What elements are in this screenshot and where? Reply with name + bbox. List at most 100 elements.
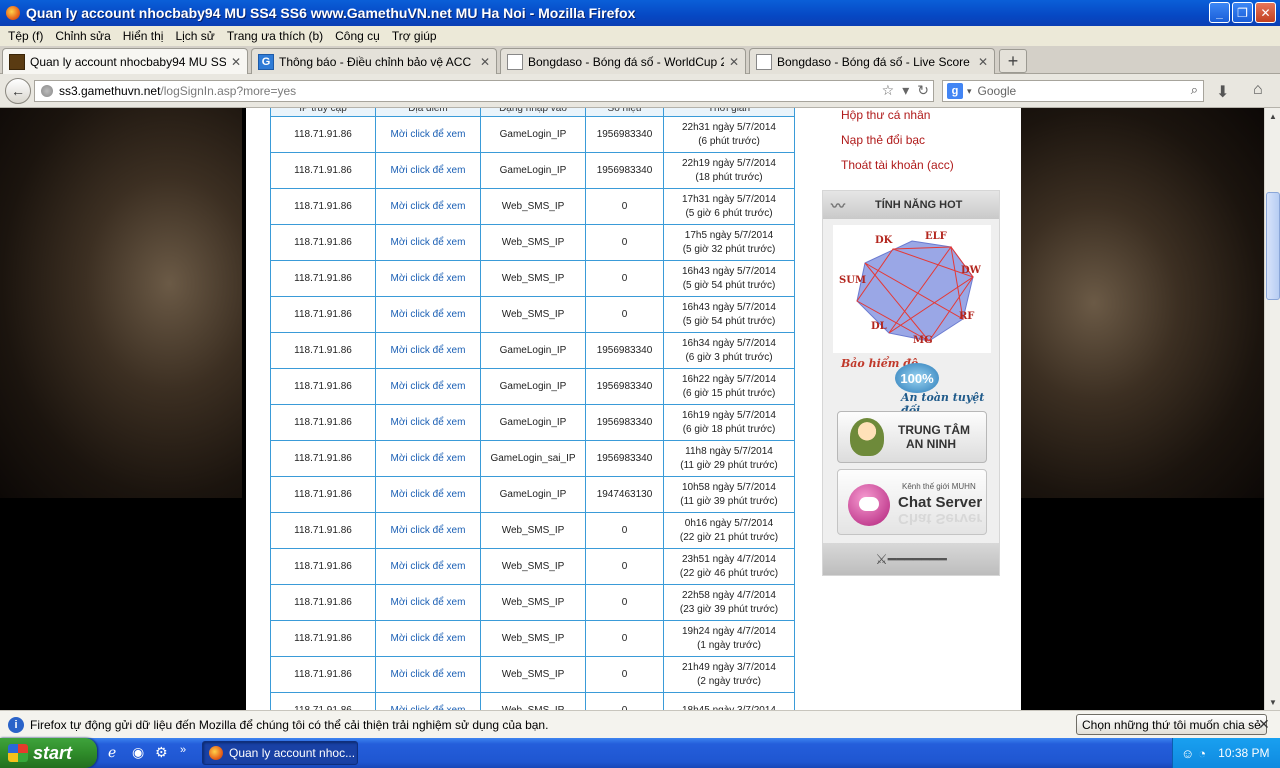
- time-relative: (1 ngày trước): [697, 639, 761, 651]
- table-row: 118.71.91.86Mời click để xemWeb_SMS_IP01…: [270, 296, 795, 333]
- notification-text: Firefox tự động gửi dữ liệu đến Mozilla …: [30, 717, 549, 732]
- google-icon[interactable]: g: [947, 83, 963, 99]
- cell-ip: 118.71.91.86: [270, 656, 376, 693]
- sidebar-link-mailbox[interactable]: Hộp thư cá nhân: [824, 108, 954, 133]
- cell-number: 1956983340: [585, 404, 664, 441]
- window-title: Quan ly account nhocbaby94 MU SS4 SS6 ww…: [26, 5, 636, 21]
- cell-location-link[interactable]: Mời click để xem: [375, 332, 481, 369]
- cell-number: 1956983340: [585, 332, 664, 369]
- cell-location-link[interactable]: Mời click để xem: [375, 692, 481, 710]
- cell-location-link[interactable]: Mời click để xem: [375, 656, 481, 693]
- menu-edit[interactable]: Chỉnh sửa: [49, 29, 116, 43]
- home-icon[interactable]: ⌂: [1253, 81, 1263, 99]
- vertical-scrollbar[interactable]: ▲ ▼: [1264, 108, 1280, 710]
- menu-tools[interactable]: Công cụ: [329, 29, 386, 43]
- sidebar-link-logout[interactable]: Thoát tài khoản (acc): [824, 158, 954, 183]
- class-label-mg: MG: [913, 335, 933, 346]
- time-relative: (23 giờ 39 phút trước): [679, 603, 779, 615]
- cell-login-type: Web_SMS_IP: [480, 548, 586, 585]
- reload-icon[interactable]: ↻: [917, 82, 929, 99]
- table-row: 118.71.91.86 Mời click để xem GameLogin_sa…: [270, 440, 795, 477]
- cell-time: 11h8 ngày 5/7/2014 (11 giờ 29 phút trước): [663, 440, 795, 477]
- ie-quicklaunch-icon[interactable]: ℯ: [108, 744, 116, 761]
- cell-location-link[interactable]: Mời click để xem: [375, 440, 481, 477]
- quicklaunch-more-icon[interactable]: »: [180, 744, 186, 756]
- new-tab-button[interactable]: +: [999, 49, 1027, 73]
- tray-app-icon[interactable]: ☺: [1181, 746, 1194, 761]
- tab-close-icon[interactable]: ✕: [729, 55, 739, 69]
- menu-help[interactable]: Trợ giúp: [386, 29, 443, 43]
- cell-location-link[interactable]: Mời click để xem: [375, 152, 481, 189]
- tab-close-icon[interactable]: ✕: [978, 55, 988, 69]
- guarantee-seal-icon: 100%: [895, 363, 939, 393]
- search-icon[interactable]: ⌕: [1191, 82, 1198, 98]
- mu-icon: [9, 53, 25, 70]
- volume-icon[interactable]: ◔: [1198, 746, 1206, 761]
- cell-location-link[interactable]: Mời click để xem: [375, 476, 481, 513]
- bookmark-star-icon[interactable]: ☆: [882, 82, 895, 99]
- cell-location-link[interactable]: Mời click để xem: [375, 512, 481, 549]
- media-quicklaunch-icon[interactable]: ⚙: [155, 744, 168, 761]
- tab-close-icon[interactable]: ✕: [231, 55, 241, 69]
- time-relative: (6 giờ 15 phút trước): [682, 387, 776, 399]
- choose-share-button[interactable]: Chọn những thứ tôi muốn chia sẻ: [1076, 714, 1267, 735]
- cell-location-link[interactable]: Mời click để xem: [375, 116, 481, 153]
- cell-location-link[interactable]: Mời click để xem: [375, 368, 481, 405]
- menu-file[interactable]: Tệp (f): [2, 29, 49, 43]
- cell-ip: 118.71.91.86: [270, 548, 376, 585]
- cell-location-link[interactable]: Mời click để xem: [375, 548, 481, 585]
- maximize-button[interactable]: ❐: [1232, 2, 1253, 23]
- search-bar[interactable]: g ▾ Google ⌕: [942, 80, 1204, 102]
- cell-time: 16h22 ngày 5/7/2014 (6 giờ 15 phút trước): [663, 368, 795, 405]
- cell-ip: 118.71.91.86: [270, 584, 376, 621]
- time-relative: (22 giờ 46 phút trước): [679, 567, 779, 579]
- cell-login-type: Web_SMS_IP: [480, 512, 586, 549]
- menu-bookmarks[interactable]: Trang ưa thích (b): [221, 29, 329, 43]
- start-button[interactable]: start: [0, 738, 97, 768]
- search-engine-dropdown-icon[interactable]: ▾: [967, 86, 972, 97]
- tab-close-icon[interactable]: ✕: [480, 55, 490, 69]
- cell-number: 0: [585, 584, 664, 621]
- url-bar[interactable]: ss3.gamethuvn.net/logSignIn.asp?more=yes…: [34, 80, 934, 102]
- cell-location-link[interactable]: Mời click để xem: [375, 296, 481, 333]
- tab-account[interactable]: Quan ly account nhocbaby94 MU SS4 SS... …: [2, 48, 248, 74]
- download-icon[interactable]: ⬇: [1216, 82, 1229, 102]
- chat-server-button[interactable]: Kênh thế giới MUHN Chat Server Chat Serv…: [837, 469, 987, 535]
- close-button[interactable]: ✕: [1255, 2, 1276, 23]
- minimize-button[interactable]: _: [1209, 2, 1230, 23]
- firefox-quicklaunch-icon[interactable]: ◉: [132, 744, 144, 761]
- taskbar-item-firefox[interactable]: Quan ly account nhoc...: [202, 741, 358, 765]
- class-diagram[interactable]: DK ELF DW RF MG DL SUM: [833, 225, 991, 353]
- windows-taskbar: start ℯ ◉ ⚙ » Quan ly account nhoc... ☺ …: [0, 738, 1280, 768]
- cell-location-link[interactable]: Mời click để xem: [375, 404, 481, 441]
- menu-view[interactable]: Hiển thị: [117, 29, 170, 43]
- insurance-badge[interactable]: Bảo hiểm độ 100% An toàn tuyệt đối: [837, 357, 987, 417]
- scroll-thumb[interactable]: [1266, 192, 1280, 300]
- firefox-icon: [6, 6, 20, 20]
- search-placeholder: Google: [977, 84, 1017, 98]
- cell-location-link[interactable]: Mời click để xem: [375, 620, 481, 657]
- dropdown-arrow-icon[interactable]: ▾: [902, 82, 909, 99]
- tab-notice[interactable]: G Thông báo - Điều chỉnh bảo vệ ACC | Pa…: [251, 48, 497, 74]
- scroll-down-arrow-icon[interactable]: ▼: [1266, 695, 1280, 709]
- cell-login-type: Web_SMS_IP: [480, 620, 586, 657]
- cell-ip: 118.71.91.86: [270, 224, 376, 261]
- tab-bongdaso-worldcup[interactable]: Bongdaso - Bóng đá số - WorldCup 2014 ..…: [500, 48, 746, 74]
- taskbar-item-label: Quan ly account nhoc...: [229, 746, 356, 760]
- menu-history[interactable]: Lịch sử: [169, 29, 220, 43]
- tab-bongdaso-livescore[interactable]: Bongdaso - Bóng đá số - Live Score ✕: [749, 48, 995, 74]
- table-row: 118.71.91.86Mời click để xemWeb_SMS_IP01…: [270, 620, 795, 657]
- cell-ip: 118.71.91.86: [270, 332, 376, 369]
- security-center-button[interactable]: TRUNG TÂM AN NINH: [837, 411, 987, 463]
- url-host: ss3.gamethuvn.net: [59, 84, 161, 98]
- notification-close-icon[interactable]: ✕: [1258, 716, 1270, 733]
- back-button[interactable]: ←: [5, 78, 31, 104]
- cell-location-link[interactable]: Mời click để xem: [375, 260, 481, 297]
- sidebar-link-topup[interactable]: Nạp thẻ đổi bạc: [824, 133, 954, 158]
- cell-ip: 118.71.91.86: [270, 368, 376, 405]
- scroll-up-arrow-icon[interactable]: ▲: [1266, 109, 1280, 123]
- cell-location-link[interactable]: Mời click để xem: [375, 584, 481, 621]
- cell-location-link[interactable]: Mời click để xem: [375, 224, 481, 261]
- background-art-right: [1021, 108, 1264, 498]
- cell-location-link[interactable]: Mời click để xem: [375, 188, 481, 225]
